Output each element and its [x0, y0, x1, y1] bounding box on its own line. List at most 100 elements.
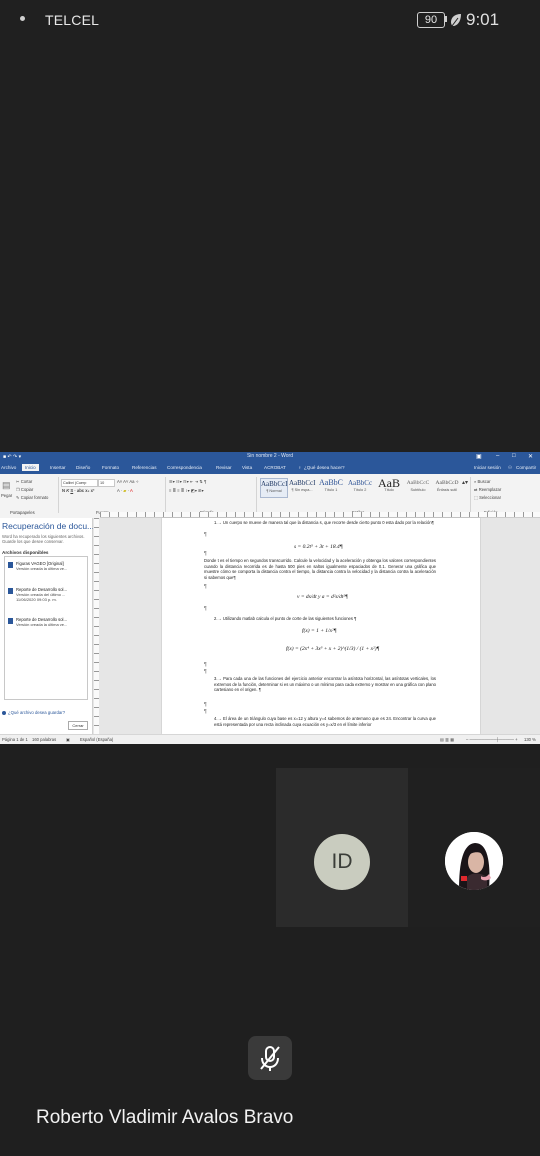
- format-painter-button[interactable]: ✎ Copiar formato: [16, 495, 48, 500]
- view-buttons[interactable]: ▤ ▥ ▦: [440, 737, 454, 742]
- tab-archivo[interactable]: Archivo: [1, 465, 16, 470]
- tab-formato[interactable]: Formato: [102, 465, 119, 470]
- font-grow-shrink-icons[interactable]: A˄ A˅ Aa ✧: [117, 479, 139, 484]
- question-4: 4.→ El área de un triángulo cuya base es…: [214, 716, 436, 727]
- notification-dot-icon: [20, 16, 25, 21]
- font-color-buttons[interactable]: A · ▰ · A: [117, 488, 133, 493]
- recovery-pane-title: Recuperación de docu...: [2, 521, 95, 531]
- zoom-slider[interactable]: – ─────────┼───── +: [466, 737, 518, 742]
- tab-diseno[interactable]: Diseño: [76, 465, 90, 470]
- file-description: Versión creada la última ve...: [16, 622, 68, 627]
- style-normal[interactable]: AaBbCcI ¶ Normal: [260, 478, 288, 498]
- sign-in-link[interactable]: Iniciar sesión: [474, 465, 501, 470]
- proofing-icon[interactable]: ▣: [66, 737, 70, 742]
- tab-inicio[interactable]: Inicio: [22, 464, 39, 471]
- word-status-bar: Página 1 de 1 160 palabras ▣ Español (Es…: [0, 734, 540, 744]
- ribbon-separator: [256, 477, 257, 513]
- paragraph-mark: ¶: [204, 669, 207, 675]
- document-recovery-pane: Recuperación de docu... Word ha recupera…: [0, 518, 95, 734]
- style-titulo-1[interactable]: AaBbC Título 1: [318, 478, 344, 496]
- tell-me-search[interactable]: ¿Qué desea hacer?: [304, 465, 345, 470]
- equation-2: v = ds/dt y a = d²s/dt²¶: [297, 594, 348, 600]
- minimize-icon[interactable]: –: [496, 453, 499, 459]
- available-files-label: Archivos disponibles: [2, 550, 49, 555]
- font-format-buttons[interactable]: N K S · abc x₂ x²: [62, 488, 94, 493]
- recovered-files-list: Figuras VAGEO [Original] Versión creada …: [4, 556, 88, 700]
- style-subtitulo[interactable]: AaBbCcC Subtítulo: [405, 478, 431, 496]
- word-doc-icon: [8, 562, 13, 568]
- replace-button[interactable]: ⇄ Reemplazar: [474, 487, 501, 492]
- styles-scroll-icon[interactable]: ▴▾: [462, 479, 468, 486]
- style-titulo[interactable]: AaB Título: [376, 477, 402, 496]
- status-bar: TELCEL 90 9:01: [0, 0, 540, 42]
- style-name: Subtítulo: [410, 488, 426, 492]
- cut-button[interactable]: ✂ Cortar: [16, 479, 32, 484]
- cut-label: Cortar: [20, 479, 33, 484]
- list-buttons[interactable]: ☰▾ ☷▾ ☶▾ ⇤ ⇥ ⇅ ¶: [169, 479, 206, 484]
- person-icon: ⚇: [508, 465, 513, 470]
- style-titulo-2[interactable]: AaBbCc Título 2: [347, 478, 373, 496]
- paragraph-mark: ¶: [204, 532, 207, 538]
- tab-acrobat[interactable]: ACROBAT: [264, 465, 286, 470]
- font-name-select[interactable]: Calibri (Cuerp: [61, 479, 98, 487]
- word-doc-icon: [8, 618, 13, 624]
- language[interactable]: Español (España): [80, 737, 113, 742]
- ribbon-separator: [58, 477, 59, 513]
- select-button[interactable]: ⬚ Seleccionar: [474, 495, 501, 500]
- copy-label: Copiar: [20, 487, 34, 492]
- profile-photo-icon: [445, 832, 503, 890]
- mic-off-icon: [260, 1046, 280, 1071]
- style-name: Título 1: [324, 488, 338, 492]
- tab-insertar[interactable]: Insertar: [50, 465, 66, 470]
- equation-3: f(x) = 1 + 1/x²¶: [302, 628, 337, 634]
- maximize-icon[interactable]: □: [512, 453, 516, 459]
- mute-button[interactable]: [248, 1036, 292, 1080]
- avatar: [445, 832, 503, 890]
- style-sin-espaciado[interactable]: AaBbCcI ¶ Sin espa...: [289, 478, 315, 496]
- shared-screen: ■ ↶ ↷ ▾ Sin nombre 2 - Word ▣ – □ ✕ Arch…: [0, 452, 540, 744]
- paragraph-mark: ¶: [204, 551, 207, 557]
- close-window-icon[interactable]: ✕: [528, 453, 533, 460]
- clipboard-icon: ▤: [2, 480, 11, 490]
- style-name: Énfasis sutil: [436, 488, 458, 492]
- style-sample: AaBbC: [319, 478, 343, 487]
- ribbon-separator: [470, 477, 471, 513]
- tab-revisar[interactable]: Revisar: [216, 465, 232, 470]
- tab-vista[interactable]: Vista: [242, 465, 252, 470]
- file-description: Versión creada la última ve...: [16, 566, 68, 571]
- find-button[interactable]: ⌕ Buscar: [474, 479, 491, 484]
- clock: 9:01: [466, 10, 500, 29]
- paste-button[interactable]: Pegar: [1, 493, 12, 498]
- style-sample: AaBbCcI: [289, 479, 316, 487]
- participant-tile[interactable]: [408, 768, 540, 927]
- participant-tile[interactable]: ID: [276, 768, 408, 927]
- help-icon: [2, 710, 6, 715]
- paragraph-mark: ¶: [204, 606, 207, 612]
- style-name: ¶ Normal: [266, 489, 282, 493]
- tab-referencias[interactable]: Referencias: [132, 465, 157, 470]
- find-label: Buscar: [477, 479, 491, 484]
- paragraph-mark: ¶: [204, 709, 207, 715]
- document-page[interactable]: 1.→ Un cuerpo se mueve de manera tal que…: [162, 518, 480, 734]
- recovery-help-link[interactable]: ¿Qué archivo desea guardar?: [2, 710, 65, 715]
- file-date: 11/06/2020 09:03 p. m.: [16, 597, 57, 602]
- zoom-level[interactable]: 130 %: [524, 737, 536, 742]
- copy-button[interactable]: ❐ Copiar: [16, 487, 33, 492]
- share-button[interactable]: Compartir: [516, 465, 536, 470]
- empty-video-area: [0, 42, 540, 452]
- battery-icon: [445, 16, 447, 22]
- paragraph-mark: ¶: [204, 662, 207, 668]
- battery-level: 90: [417, 12, 445, 28]
- format-painter-label: Copiar formato: [20, 495, 49, 500]
- tab-correspondencia[interactable]: Correspondencia: [167, 465, 202, 470]
- word-doc-icon: [8, 588, 13, 594]
- ribbon-options-icon[interactable]: ▣: [476, 453, 482, 460]
- page-count[interactable]: Página 1 de 1: [2, 737, 28, 742]
- font-size-select[interactable]: 10: [98, 479, 115, 487]
- alignment-buttons[interactable]: ≡ ≣ ≡ ≣ ↕▾ ◩▾ ⊞▾: [169, 488, 204, 493]
- word-count[interactable]: 160 palabras: [32, 737, 56, 742]
- style-enfasis-sutil[interactable]: AaBbCcD Énfasis sutil: [434, 478, 460, 496]
- question-3: 3.→ Para cada una de las funciones del e…: [214, 676, 436, 693]
- close-recovery-button[interactable]: Cerrar: [68, 721, 88, 730]
- battery-saver-leaf-icon: [451, 14, 461, 27]
